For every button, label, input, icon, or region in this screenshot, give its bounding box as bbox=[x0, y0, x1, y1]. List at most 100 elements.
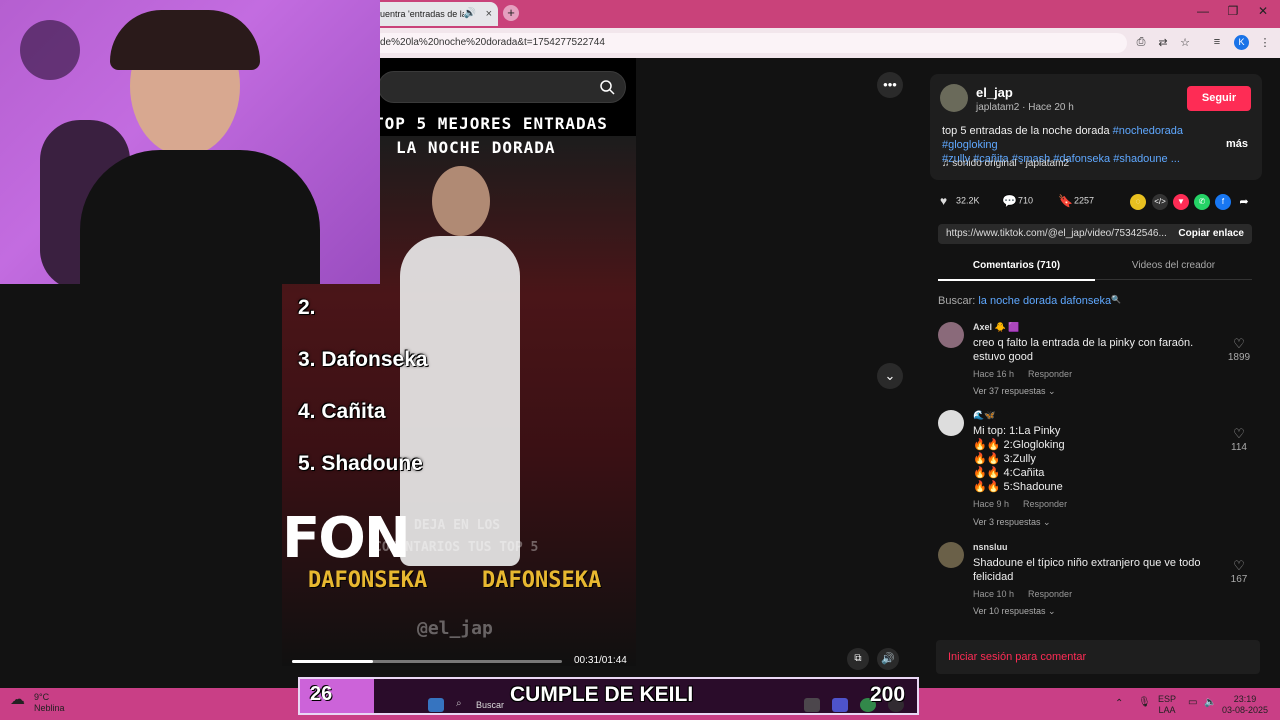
bookmark-icon: 🔖 bbox=[1058, 194, 1073, 208]
tray-chevron-icon[interactable]: ⌃ bbox=[1115, 698, 1123, 709]
comment-item: nsnsluu Shadoune el típico niño extranje… bbox=[938, 542, 1260, 622]
translate-icon[interactable]: ⇄ bbox=[1156, 36, 1170, 49]
like-stat[interactable]: ♥ 32.2K bbox=[940, 194, 980, 208]
window-minimize-button[interactable]: — bbox=[1193, 4, 1213, 18]
view-replies-button[interactable]: Ver 37 respuestas ⌄ bbox=[973, 386, 1056, 397]
view-replies-button[interactable]: Ver 3 respuestas ⌄ bbox=[973, 517, 1051, 528]
whatsapp-icon[interactable]: ✆ bbox=[1194, 194, 1210, 210]
tab-close-button[interactable]: × bbox=[486, 2, 492, 26]
comment-like-count: 167 bbox=[1230, 574, 1248, 585]
video-progress-bar[interactable] bbox=[292, 660, 562, 663]
comment-text: Shadoune el típico niño extranjero que v… bbox=[973, 557, 1201, 583]
profile-avatar[interactable]: K bbox=[1234, 35, 1249, 50]
creator-subline: japlatam2 · Hace 20 h bbox=[976, 102, 1074, 113]
view-replies-button[interactable]: Ver 10 respuestas ⌄ bbox=[973, 606, 1056, 617]
microphone-icon[interactable]: 🎙 bbox=[1138, 697, 1151, 708]
network-icon[interactable]: ▭ bbox=[1188, 697, 1197, 708]
commenter-avatar[interactable] bbox=[938, 322, 964, 348]
sound-link[interactable]: ♫ sonido original - japlatam2 bbox=[942, 158, 1069, 169]
commenter-name[interactable]: Axel 🐥 🟪 bbox=[973, 322, 1019, 333]
keyboard-layout: LAA bbox=[1158, 705, 1176, 715]
webcam-body bbox=[80, 150, 320, 284]
send-icon[interactable]: ▼ bbox=[1173, 194, 1189, 210]
comment-time: Hace 16 h bbox=[973, 369, 1015, 379]
browser-tab[interactable]: uentra 'entradas de la n 🔊 × bbox=[372, 2, 498, 26]
commenter-avatar[interactable] bbox=[938, 542, 964, 568]
heart-outline-icon[interactable]: ♡ bbox=[1224, 336, 1254, 352]
tab-comments[interactable]: Comentarios (710) bbox=[938, 260, 1095, 281]
tiktok-search-bar[interactable] bbox=[378, 71, 626, 103]
comment-stat[interactable]: 💬710 bbox=[1002, 194, 1033, 208]
window-maximize-button[interactable]: ❐ bbox=[1223, 4, 1243, 18]
video-overlay-subtitle: LA NOCHE DORADA bbox=[396, 138, 556, 157]
panel-tabs: Comentarios (710) Videos del creador bbox=[938, 256, 1252, 281]
system-clock[interactable]: 23:19 03-08-2025 bbox=[1222, 694, 1268, 716]
webcam-hair bbox=[110, 10, 260, 70]
media-control-icon[interactable]: ≡ bbox=[1210, 36, 1224, 48]
comment-like[interactable]: ♡ 1899 bbox=[1224, 336, 1254, 363]
windows-start-icon[interactable] bbox=[428, 698, 444, 712]
clock-time: 23:19 bbox=[1233, 694, 1257, 704]
weather-temp: 9°C bbox=[34, 692, 50, 702]
banner-right-number: 200 bbox=[870, 683, 906, 706]
webcam-overlay bbox=[0, 0, 380, 284]
copy-link-button[interactable]: Copiar enlace bbox=[1178, 224, 1244, 244]
language-indicator[interactable]: ESP LAA bbox=[1158, 694, 1176, 716]
reply-button[interactable]: Responder bbox=[1028, 369, 1072, 379]
follow-button[interactable]: Seguir bbox=[1187, 86, 1251, 111]
creator-avatar[interactable] bbox=[940, 84, 968, 112]
heart-outline-icon[interactable]: ♡ bbox=[1224, 558, 1254, 574]
tab-audio-icon[interactable]: 🔊 bbox=[464, 2, 476, 26]
facebook-icon[interactable]: f bbox=[1215, 194, 1231, 210]
video-details-panel: el_jap japlatam2 · Hace 20 h Seguir top … bbox=[918, 58, 1280, 688]
install-app-icon[interactable]: ⎙ bbox=[1134, 36, 1148, 49]
more-button[interactable]: más bbox=[1226, 138, 1248, 150]
comment-text: creo q falto la entrada de la pinky con … bbox=[973, 337, 1194, 363]
clock-date: 03-08-2025 bbox=[1222, 705, 1269, 715]
window-close-button[interactable]: ✕ bbox=[1253, 4, 1273, 18]
video-yellow-text: DAFONSEKA bbox=[308, 568, 428, 593]
more-options-icon[interactable]: ••• bbox=[877, 72, 903, 98]
login-to-comment-button[interactable]: Iniciar sesión para comentar bbox=[936, 640, 1260, 674]
comment-meta: Hace 16 h Responder bbox=[973, 369, 1086, 379]
commenter-name[interactable]: 🌊🦋 bbox=[973, 410, 995, 421]
heart-outline-icon[interactable]: ♡ bbox=[1224, 426, 1254, 442]
video-watermark: @el_jap bbox=[417, 618, 493, 639]
comment-time: Hace 9 h bbox=[973, 499, 1010, 509]
video-figure-head bbox=[432, 166, 490, 236]
creator-username[interactable]: el_jap bbox=[976, 85, 1013, 100]
search-icon[interactable] bbox=[599, 79, 615, 95]
code-icon[interactable]: </> bbox=[1152, 194, 1168, 210]
weather-icon: ☁ bbox=[10, 691, 25, 708]
language-code: ESP bbox=[1158, 694, 1177, 704]
comment-like[interactable]: ♡ 167 bbox=[1224, 558, 1254, 585]
new-tab-button[interactable]: + bbox=[503, 5, 519, 21]
commenter-name[interactable]: nsnsluu bbox=[973, 542, 1008, 552]
browser-menu-icon[interactable]: ⋮ bbox=[1258, 36, 1272, 49]
share-arrow-icon[interactable]: ➦ bbox=[1236, 194, 1252, 210]
share-link-url[interactable]: https://www.tiktok.com/@el_jap/video/753… bbox=[946, 224, 1168, 244]
comment-icon: 💬 bbox=[1002, 194, 1017, 208]
tab-creator-videos[interactable]: Videos del creador bbox=[1095, 260, 1252, 271]
comment-meta: Hace 10 h Responder bbox=[973, 589, 1086, 599]
discord-icon[interactable] bbox=[832, 698, 848, 712]
related-search-query[interactable]: la noche dorada dafonseka bbox=[978, 295, 1111, 307]
banner-title: CUMPLE DE KEILI bbox=[510, 683, 694, 706]
pip-icon[interactable]: ⧉ bbox=[847, 648, 869, 670]
volume-icon[interactable]: 🔈 bbox=[1204, 697, 1216, 708]
embed-icon[interactable]: ◌ bbox=[1130, 194, 1146, 210]
bookmark-star-icon[interactable]: ☆ bbox=[1178, 36, 1192, 49]
video-progress-fill bbox=[292, 660, 373, 663]
volume-icon[interactable]: 🔊 bbox=[877, 648, 899, 670]
address-bar[interactable]: de%20la%20noche%20dorada&t=1754277522744 bbox=[372, 33, 1127, 53]
save-stat[interactable]: 🔖2257 bbox=[1058, 194, 1094, 208]
reply-button[interactable]: Responder bbox=[1028, 589, 1072, 599]
browser-toolbar: de%20la%20noche%20dorada&t=1754277522744… bbox=[372, 28, 1280, 58]
comment-like[interactable]: ♡ 114 bbox=[1224, 426, 1254, 453]
steam-icon[interactable] bbox=[804, 698, 820, 712]
tab-title: uentra 'entradas de la n bbox=[380, 9, 464, 19]
chevron-down-icon[interactable]: ⌄ bbox=[877, 363, 903, 389]
search-icon[interactable]: ⌕ bbox=[456, 698, 472, 712]
commenter-avatar[interactable] bbox=[938, 410, 964, 436]
reply-button[interactable]: Responder bbox=[1023, 499, 1067, 509]
